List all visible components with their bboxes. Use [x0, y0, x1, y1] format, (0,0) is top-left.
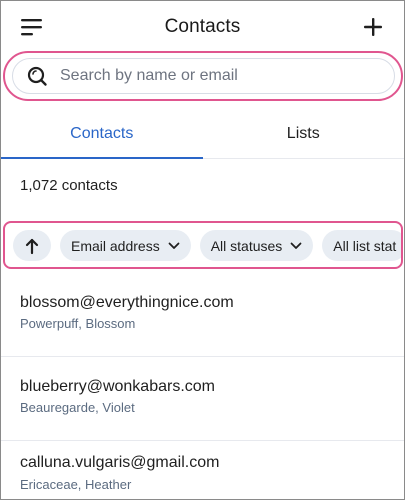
search-icon [27, 66, 47, 86]
contact-row[interactable]: blossom@everythingnice.com Powerpuff, Bl… [1, 273, 404, 357]
search-input[interactable] [60, 67, 370, 85]
contact-name: Powerpuff, Blossom [20, 316, 136, 331]
top-app-bar: Contacts [1, 1, 404, 53]
contact-name: Beauregarde, Violet [20, 400, 135, 415]
chip-label: Email address [71, 237, 160, 254]
contact-email: calluna.vulgaris@gmail.com [20, 454, 220, 471]
contact-row[interactable]: calluna.vulgaris@gmail.com Ericaceae, He… [1, 441, 404, 499]
filter-chip-row: Email address All statuses All list stat [13, 230, 401, 261]
add-contact-button[interactable] [360, 13, 386, 41]
sort-direction-button[interactable] [13, 230, 51, 261]
contact-list: blossom@everythingnice.com Powerpuff, Bl… [1, 273, 404, 499]
tab-bar: Contacts Lists [1, 109, 404, 159]
chip-label: All statuses [210, 237, 283, 254]
filter-chip-list-status[interactable]: All list stat [322, 230, 401, 261]
contact-email: blossom@everythingnice.com [20, 294, 234, 311]
app-frame: Contacts Contacts Lists 1,072 contacts [0, 0, 405, 500]
chevron-down-icon [290, 242, 302, 250]
search-bar[interactable] [12, 58, 395, 94]
chevron-down-icon [168, 242, 180, 250]
contact-name: Ericaceae, Heather [20, 477, 132, 492]
chip-label: All list stat [333, 237, 397, 254]
contact-email: blueberry@wonkabars.com [20, 378, 215, 395]
arrow-up-icon [25, 238, 39, 254]
contact-count: 1,072 contacts [20, 177, 118, 194]
tab-lists[interactable]: Lists [203, 109, 405, 158]
tab-contacts[interactable]: Contacts [1, 109, 203, 159]
page-title: Contacts [164, 16, 241, 37]
filter-chip-sort-field[interactable]: Email address [60, 230, 191, 261]
contact-row[interactable]: blueberry@wonkabars.com Beauregarde, Vio… [1, 357, 404, 441]
filter-chip-status[interactable]: All statuses [199, 230, 314, 261]
hamburger-menu-icon [21, 19, 42, 36]
plus-icon [364, 18, 382, 36]
menu-button[interactable] [19, 15, 49, 39]
